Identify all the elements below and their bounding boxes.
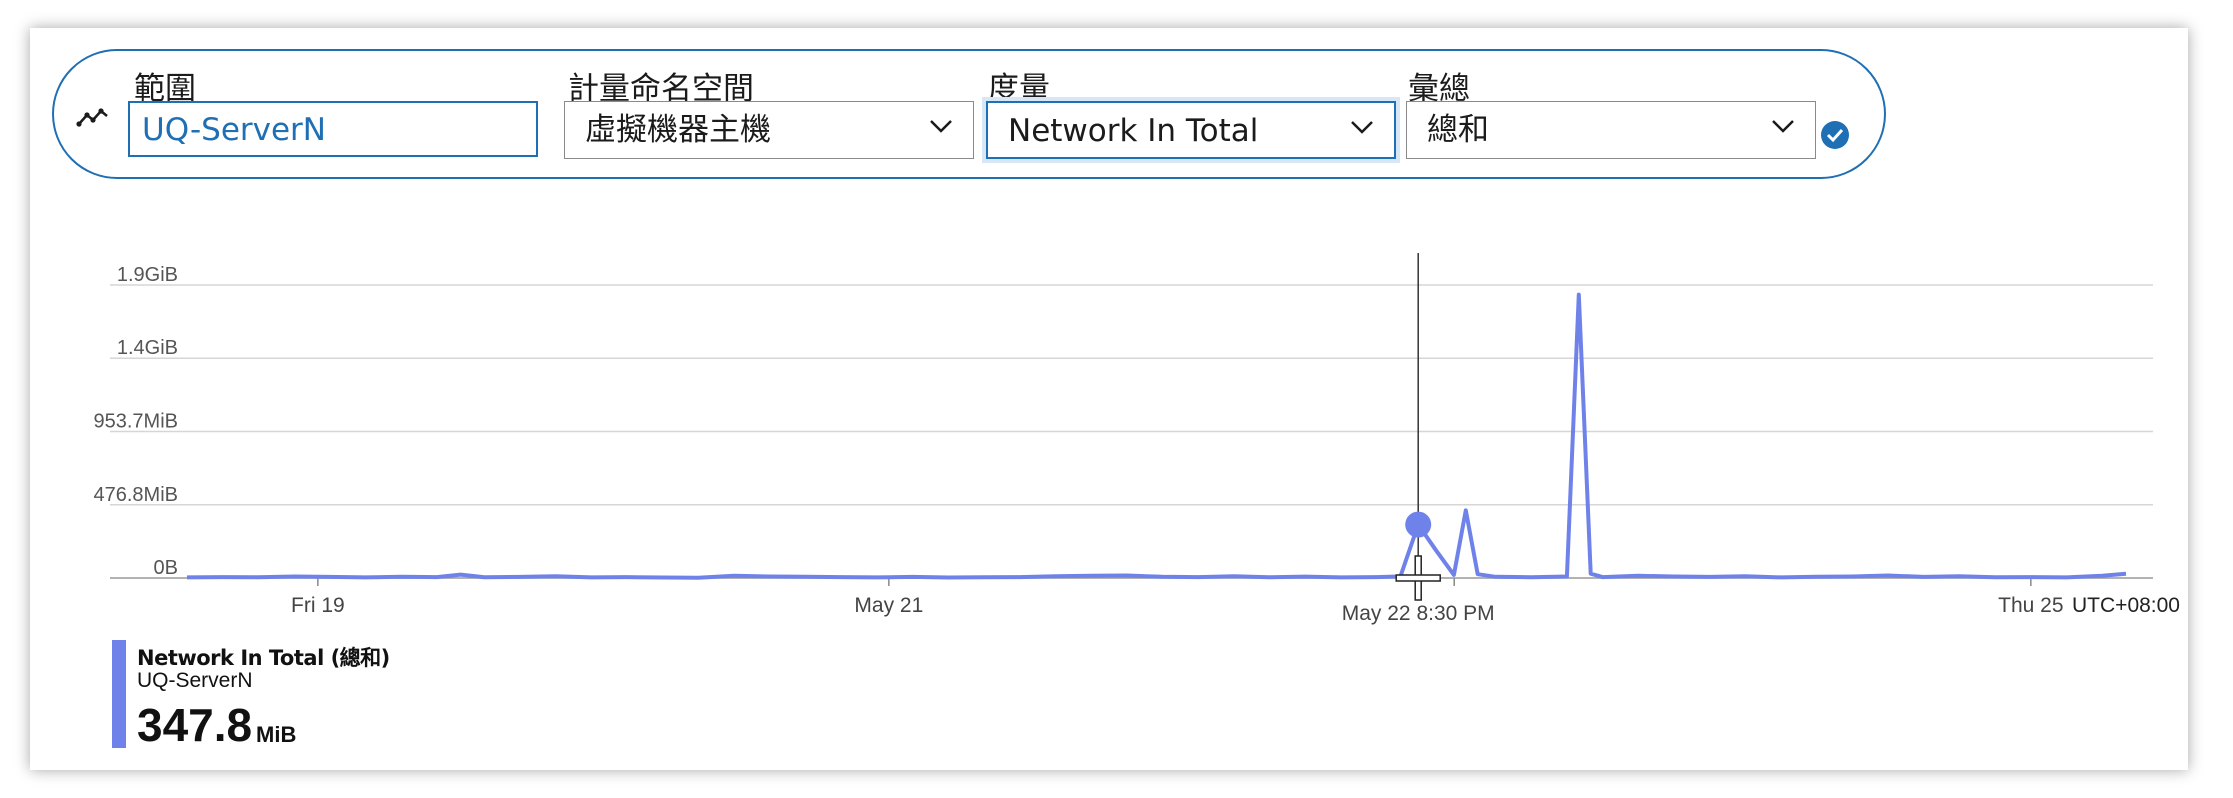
hover-point [1405,511,1432,538]
metric-line-chart[interactable]: 1.9GiB 1.4GiB 953.7MiB 476.8MiB 0B Fri 19 May … [30,28,2188,628]
timezone-label: UTC+08:00 [2072,594,2180,617]
legend-unit: MiB [256,722,297,747]
legend-series-name: Network In Total (總和) [137,646,390,670]
y-tick-label: 953.7MiB [94,410,179,432]
x-tick-label: May 21 [854,594,923,617]
series-line [186,292,2127,580]
legend-resource: UQ-ServerN [137,669,253,692]
legend-color-swatch [112,640,126,748]
x-tick-label: Fri 19 [291,594,345,617]
crosshair-cursor-icon [1395,574,1441,582]
cursor-time-label: May 22 8:30 PM [1342,602,1495,625]
legend-value: 347.8 [137,699,253,751]
y-tick-label: 1.9GiB [117,264,178,286]
y-tick-label: 1.4GiB [117,337,178,359]
metrics-card: 範圍 UQ-ServerN 計量命名空間 虛擬機器主機 度量 Network I… [30,28,2188,770]
y-tick-label: 476.8MiB [94,484,179,506]
y-tick-label: 0B [154,557,178,579]
x-tick-label: Thu 25 [1998,594,2063,617]
